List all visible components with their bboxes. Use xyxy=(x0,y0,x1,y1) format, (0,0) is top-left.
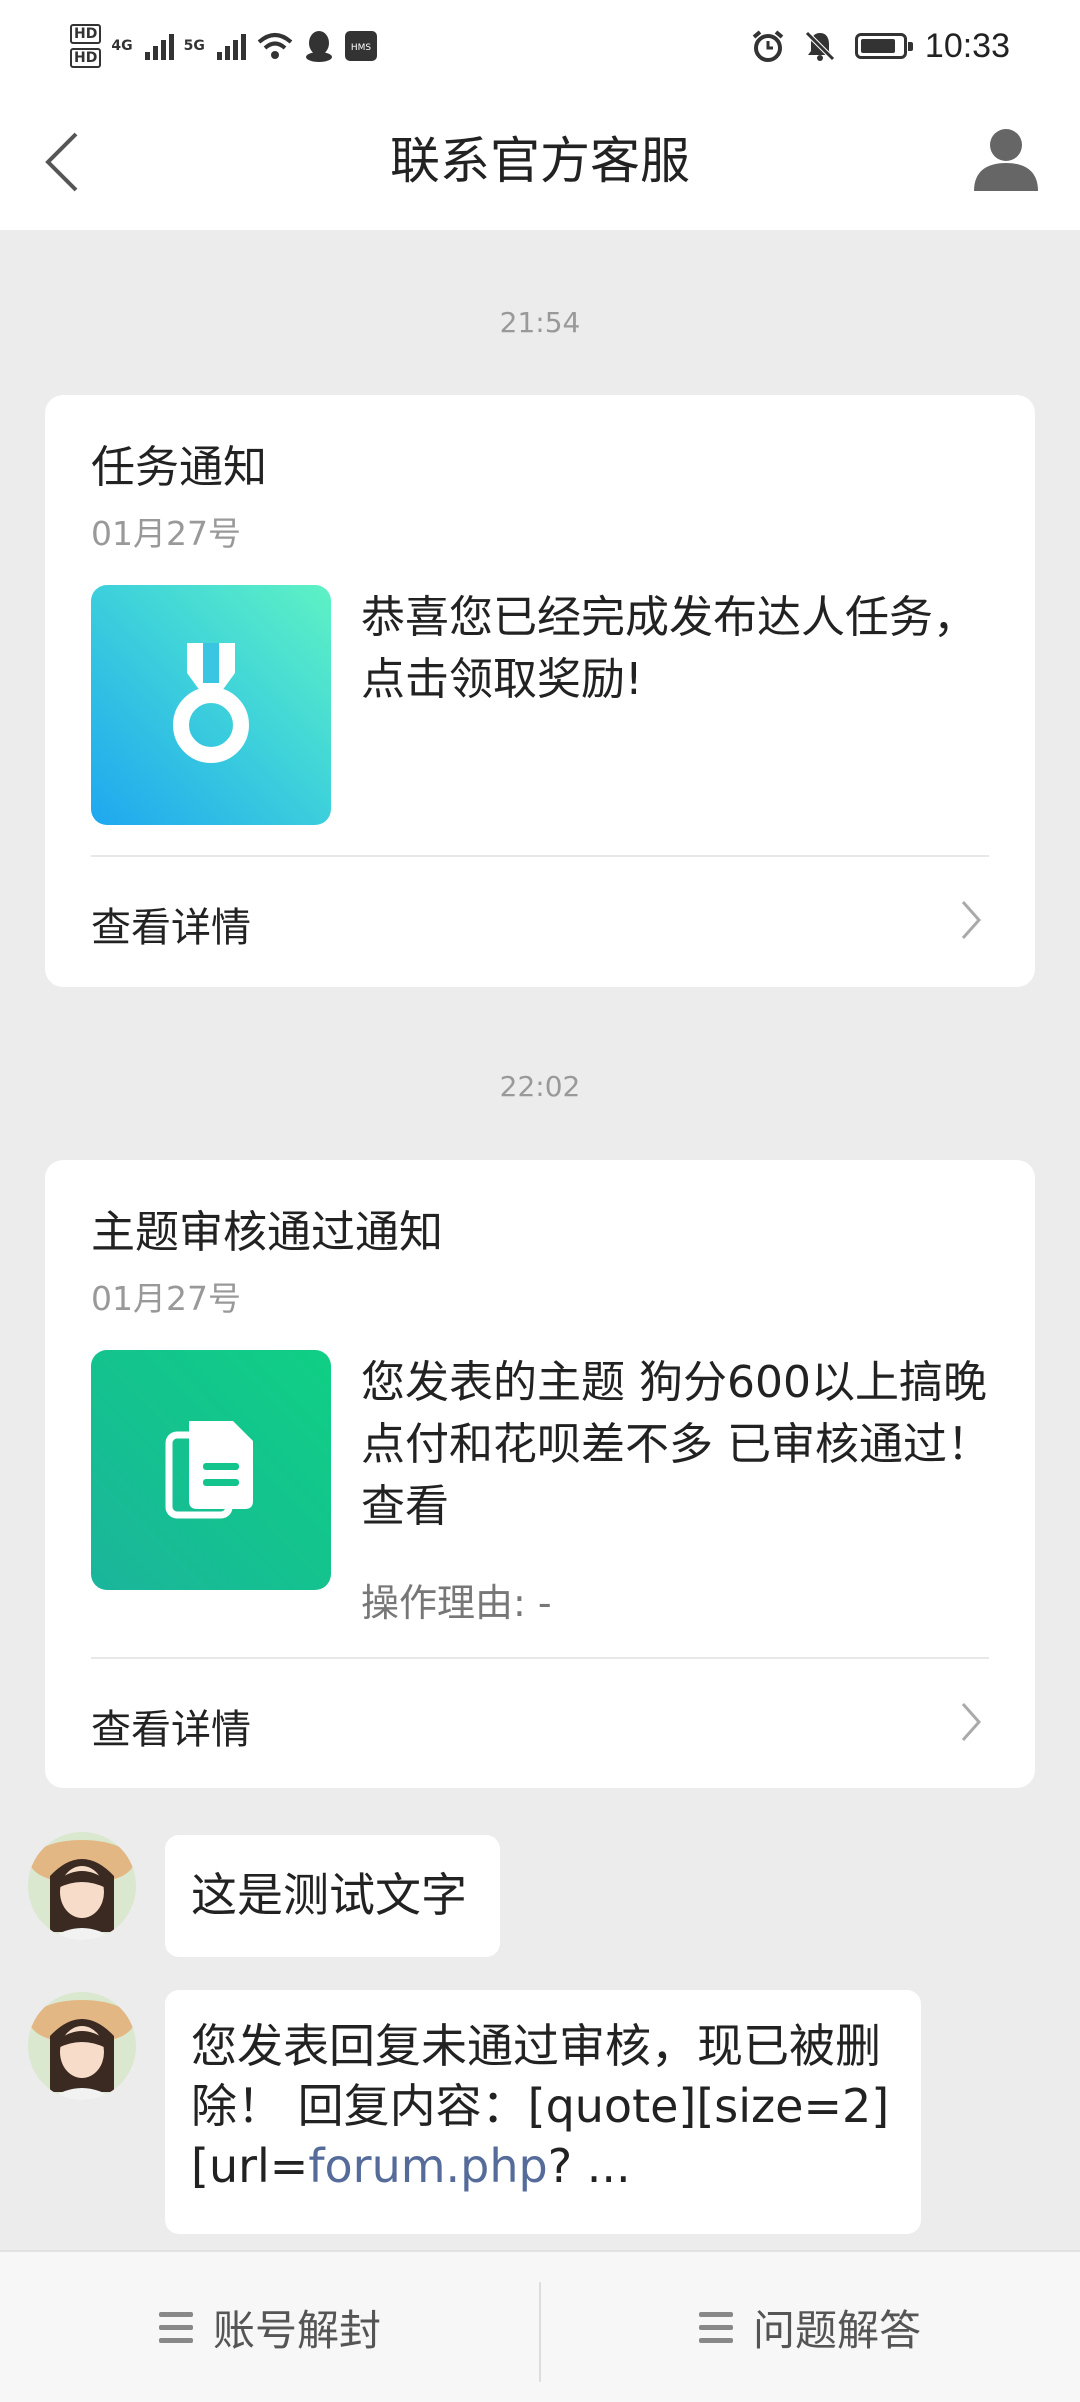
timestamp-divider: 22:02 xyxy=(499,1070,581,1103)
operation-reason: 操作理由: - xyxy=(361,1581,552,1625)
timestamp-divider: 21:54 xyxy=(499,306,581,339)
bottom-menu-bar: 账号解封 问题解答 xyxy=(0,2250,1080,2402)
hd-badge: HD xyxy=(70,24,102,44)
forum-link[interactable]: forum.php xyxy=(308,2139,547,2193)
chevron-right-icon xyxy=(951,900,991,940)
network-type: 4G xyxy=(111,38,133,54)
notification-card[interactable]: 主题审核通过通知 01月27号 您发表的主题 狗分600以上搞晚点付和花呗差不多… xyxy=(45,1160,1035,1788)
status-bar: HD HD 4G 5G HMS 10:33 xyxy=(0,0,1080,92)
tab-faq[interactable]: 问题解答 xyxy=(540,2252,1080,2402)
signal-icon xyxy=(144,32,174,60)
tab-account-unban[interactable]: 账号解封 xyxy=(0,2252,540,2402)
card-message: 您发表的主题 狗分600以上搞晚点付和花呗差不多 已审核通过！ 查看 xyxy=(361,1357,991,1532)
divider xyxy=(91,1657,989,1659)
chat-text: 这是测试文字 xyxy=(191,1868,467,1922)
tab-label: 账号解封 xyxy=(212,2305,381,2355)
clock: 10:33 xyxy=(924,26,1010,65)
status-right: 10:33 xyxy=(751,18,1010,74)
medal-icon xyxy=(173,643,249,763)
card-thumbnail xyxy=(91,585,331,825)
menu-icon xyxy=(158,2311,193,2343)
avatar[interactable] xyxy=(28,1992,136,2100)
mute-icon xyxy=(803,29,837,63)
wifi-icon xyxy=(256,31,294,61)
tab-label: 问题解答 xyxy=(752,2305,921,2355)
alarm-icon xyxy=(751,29,785,63)
network-type: 5G xyxy=(183,38,205,54)
avatar[interactable] xyxy=(28,1832,136,1940)
document-icon xyxy=(165,1421,253,1519)
view-details-link[interactable]: 查看详情 xyxy=(91,1697,251,1755)
chat-text: 您发表回复未通过审核，现已被删除！ 回复内容：[quote][size=2][u… xyxy=(191,2016,895,2196)
divider xyxy=(91,855,989,857)
hms-icon: HMS xyxy=(344,30,378,62)
menu-icon xyxy=(698,2311,733,2343)
hd-indicators: HD HD xyxy=(70,24,102,68)
notification-card[interactable]: 任务通知 01月27号 恭喜您已经完成发布达人任务，点击领取奖励! 查看详情 xyxy=(45,395,1035,987)
card-date: 01月27号 xyxy=(91,514,241,553)
card-title: 主题审核通过通知 xyxy=(91,1207,443,1258)
battery-icon xyxy=(854,33,913,59)
card-message: 恭喜您已经完成发布达人任务，点击领取奖励! xyxy=(361,592,977,705)
status-left: HD HD 4G 5G HMS xyxy=(70,18,378,74)
hd-badge: HD xyxy=(70,48,102,68)
chevron-right-icon xyxy=(951,1702,991,1742)
view-details-link[interactable]: 查看详情 xyxy=(91,895,251,953)
card-thumbnail xyxy=(91,1350,331,1590)
card-title: 任务通知 xyxy=(91,442,267,493)
person-icon xyxy=(974,129,1038,191)
signal-icon xyxy=(216,32,246,60)
profile-button[interactable] xyxy=(966,120,1046,200)
chat-bubble: 这是测试文字 xyxy=(165,1835,500,1957)
svg-text:HMS: HMS xyxy=(351,43,372,53)
card-date: 01月27号 xyxy=(91,1279,241,1318)
page-title: 联系官方客服 xyxy=(390,132,690,190)
qq-icon xyxy=(304,29,334,63)
chat-text-part: ? ... xyxy=(547,2139,631,2193)
navigation-header: 联系官方客服 xyxy=(0,92,1080,230)
chat-bubble: 您发表回复未通过审核，现已被删除！ 回复内容：[quote][size=2][u… xyxy=(165,1990,921,2234)
